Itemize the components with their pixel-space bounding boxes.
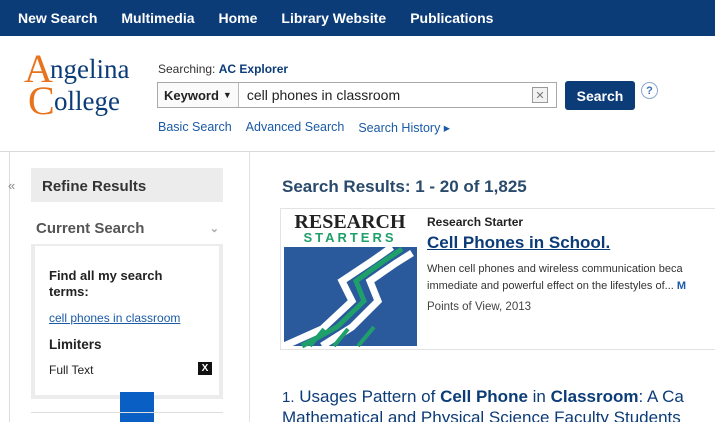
title-highlight-2: Classroom (550, 387, 639, 406)
current-search-toggle[interactable]: Current Search ⌄ (31, 212, 223, 242)
searching-prefix: Searching: (158, 62, 216, 76)
research-starters-logo: RESEARCH STARTERS (282, 209, 419, 350)
result-number: 1. (282, 389, 295, 406)
clear-icon[interactable]: ✕ (532, 87, 548, 103)
search-options: Basic Search Advanced Search Search Hist… (158, 120, 450, 135)
find-all-terms-label: Find all my search terms: (49, 268, 163, 299)
feedback-tab[interactable] (120, 392, 154, 422)
nav-multimedia[interactable]: Multimedia (121, 10, 194, 26)
limiters-heading: Limiters (49, 337, 102, 352)
field-select-label: Keyword (164, 87, 219, 103)
search-input[interactable] (238, 87, 532, 103)
nav-publications[interactable]: Publications (410, 10, 493, 26)
column-divider (249, 152, 250, 422)
search-box: Keyword ▼ ✕ (157, 82, 557, 108)
description-line-2: immediate and powerful effect on the lif… (427, 280, 674, 292)
result-title-line-2[interactable]: Mathematical and Physical Science Facult… (282, 408, 684, 422)
full-text-limiter: Full Text (49, 363, 94, 377)
basic-search-link[interactable]: Basic Search (158, 120, 232, 135)
collapse-sidebar-icon[interactable]: « (8, 178, 15, 193)
college-logo[interactable]: A ngelina C ollege (24, 46, 144, 123)
title-part-2: in (527, 387, 551, 406)
current-search-label: Current Search (36, 220, 145, 237)
svg-text:C: C (28, 78, 55, 123)
advanced-search-link[interactable]: Advanced Search (246, 120, 345, 135)
searching-label: Searching: AC Explorer (158, 62, 288, 76)
remove-limiter-icon[interactable]: X (198, 362, 212, 375)
research-starter-image[interactable]: RESEARCH STARTERS (282, 209, 419, 350)
chevron-down-icon: ⌄ (209, 223, 219, 235)
logo-graphic: A ngelina C ollege (24, 46, 129, 123)
search-term-link[interactable]: cell phones in classroom (49, 311, 180, 325)
field-select-dropdown[interactable]: Keyword ▼ (158, 83, 239, 107)
caret-down-icon: ▼ (222, 90, 232, 100)
sidebar-rule (31, 412, 223, 413)
nav-library-website[interactable]: Library Website (281, 10, 386, 26)
help-icon[interactable]: ? (641, 82, 658, 99)
search-history-link[interactable]: Search History ▸ (358, 120, 450, 135)
result-item: 1. Usages Pattern of Cell Phone in Class… (282, 387, 684, 422)
title-highlight-1: Cell Phone (440, 387, 528, 406)
results-count-title: Search Results: 1 - 20 of 1,825 (282, 177, 527, 196)
search-header: A ngelina C ollege Searching: AC Explore… (0, 36, 715, 152)
nav-home[interactable]: Home (219, 10, 258, 26)
search-button[interactable]: Search (565, 81, 635, 110)
title-part-3: : A Ca (638, 387, 684, 406)
svg-text:ollege: ollege (54, 86, 120, 116)
title-part-1: Usages Pattern of (299, 387, 441, 406)
research-starter-description: When cell phones and wireless communicat… (427, 261, 715, 295)
database-name: AC Explorer (218, 62, 289, 76)
research-starter-source: Points of View, 2013 (427, 301, 531, 313)
research-starter-title[interactable]: Cell Phones in School. (427, 233, 610, 253)
more-link[interactable]: M (677, 280, 686, 292)
rs-logo-line2: STARTERS (303, 230, 396, 245)
top-nav: New Search Multimedia Home Library Websi… (0, 0, 715, 36)
description-line-1: When cell phones and wireless communicat… (427, 263, 683, 275)
research-starter-card: RESEARCH STARTERS Research Starter Cell … (280, 208, 715, 350)
current-search-panel: Find all my search terms: cell phones in… (31, 244, 223, 399)
research-starter-label: Research Starter (427, 215, 524, 229)
nav-new-search[interactable]: New Search (18, 10, 97, 26)
refine-results-heading: Refine Results (31, 168, 223, 202)
svg-text:ngelina: ngelina (50, 54, 129, 84)
result-title-link[interactable]: Usages Pattern of Cell Phone in Classroo… (299, 387, 684, 406)
